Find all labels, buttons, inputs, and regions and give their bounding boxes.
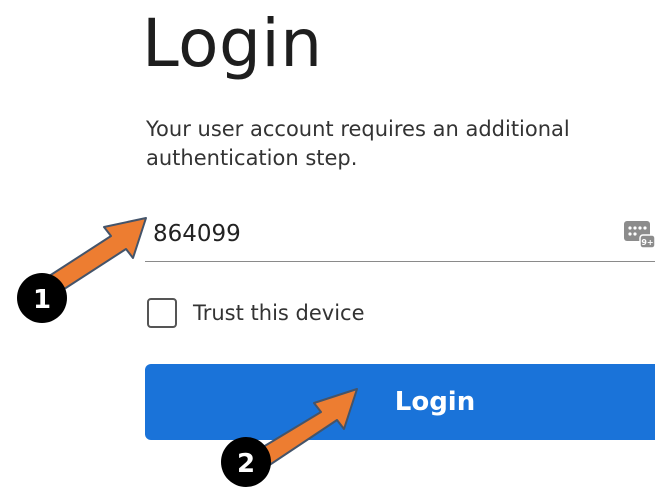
step-badge-2: 2 <box>221 437 271 487</box>
step-badge-2-label: 2 <box>237 449 255 479</box>
step-badge-1: 1 <box>17 273 67 323</box>
keypad-icon[interactable]: 9+ <box>623 218 655 250</box>
keypad-icon-badge: 9+ <box>641 238 653 247</box>
arrow-1-icon <box>42 217 147 294</box>
trust-device-label[interactable]: Trust this device <box>193 301 365 325</box>
trust-device-row[interactable]: Trust this device <box>147 295 365 331</box>
verification-code-input[interactable] <box>153 216 593 252</box>
page-subtitle: Your user account requires an additional… <box>146 117 570 170</box>
page-title: Login <box>142 5 323 82</box>
step-badge-1-label: 1 <box>33 285 51 315</box>
trust-device-checkbox[interactable] <box>147 298 177 328</box>
login-button[interactable]: Login <box>145 364 655 440</box>
verification-code-field[interactable]: 9+ <box>145 208 655 262</box>
